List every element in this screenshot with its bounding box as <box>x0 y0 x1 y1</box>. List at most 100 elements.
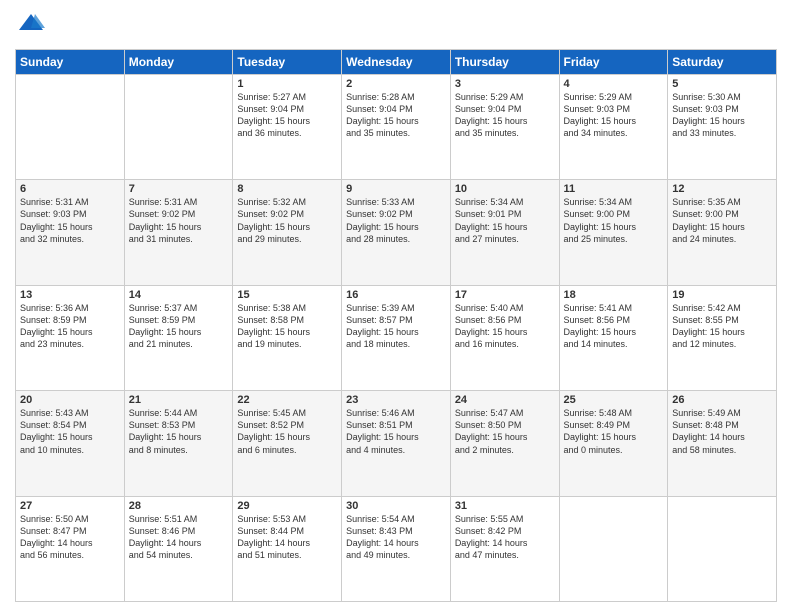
calendar-week-row: 1Sunrise: 5:27 AM Sunset: 9:04 PM Daylig… <box>16 74 777 179</box>
cell-content: Sunrise: 5:34 AM Sunset: 9:01 PM Dayligh… <box>455 196 555 245</box>
day-number: 16 <box>346 289 446 301</box>
day-number: 12 <box>672 183 772 195</box>
logo-icon <box>17 10 45 38</box>
cell-content: Sunrise: 5:34 AM Sunset: 9:00 PM Dayligh… <box>564 196 664 245</box>
cell-content: Sunrise: 5:53 AM Sunset: 8:44 PM Dayligh… <box>237 513 337 562</box>
weekday-header-row: SundayMondayTuesdayWednesdayThursdayFrid… <box>16 49 777 74</box>
calendar-week-row: 13Sunrise: 5:36 AM Sunset: 8:59 PM Dayli… <box>16 285 777 390</box>
calendar-cell: 4Sunrise: 5:29 AM Sunset: 9:03 PM Daylig… <box>559 74 668 179</box>
cell-content: Sunrise: 5:51 AM Sunset: 8:46 PM Dayligh… <box>129 513 229 562</box>
calendar-cell: 13Sunrise: 5:36 AM Sunset: 8:59 PM Dayli… <box>16 285 125 390</box>
calendar-cell: 22Sunrise: 5:45 AM Sunset: 8:52 PM Dayli… <box>233 391 342 496</box>
calendar-week-row: 27Sunrise: 5:50 AM Sunset: 8:47 PM Dayli… <box>16 496 777 601</box>
cell-content: Sunrise: 5:41 AM Sunset: 8:56 PM Dayligh… <box>564 302 664 351</box>
calendar-week-row: 20Sunrise: 5:43 AM Sunset: 8:54 PM Dayli… <box>16 391 777 496</box>
day-number: 18 <box>564 289 664 301</box>
calendar-cell: 3Sunrise: 5:29 AM Sunset: 9:04 PM Daylig… <box>450 74 559 179</box>
calendar-cell <box>124 74 233 179</box>
calendar-cell: 6Sunrise: 5:31 AM Sunset: 9:03 PM Daylig… <box>16 180 125 285</box>
day-number: 20 <box>20 394 120 406</box>
cell-content: Sunrise: 5:40 AM Sunset: 8:56 PM Dayligh… <box>455 302 555 351</box>
cell-content: Sunrise: 5:31 AM Sunset: 9:02 PM Dayligh… <box>129 196 229 245</box>
cell-content: Sunrise: 5:47 AM Sunset: 8:50 PM Dayligh… <box>455 407 555 456</box>
calendar-cell: 29Sunrise: 5:53 AM Sunset: 8:44 PM Dayli… <box>233 496 342 601</box>
day-number: 1 <box>237 78 337 90</box>
cell-content: Sunrise: 5:36 AM Sunset: 8:59 PM Dayligh… <box>20 302 120 351</box>
day-number: 2 <box>346 78 446 90</box>
cell-content: Sunrise: 5:32 AM Sunset: 9:02 PM Dayligh… <box>237 196 337 245</box>
day-number: 4 <box>564 78 664 90</box>
cell-content: Sunrise: 5:49 AM Sunset: 8:48 PM Dayligh… <box>672 407 772 456</box>
cell-content: Sunrise: 5:45 AM Sunset: 8:52 PM Dayligh… <box>237 407 337 456</box>
calendar-cell: 25Sunrise: 5:48 AM Sunset: 8:49 PM Dayli… <box>559 391 668 496</box>
calendar-cell: 5Sunrise: 5:30 AM Sunset: 9:03 PM Daylig… <box>668 74 777 179</box>
calendar-week-row: 6Sunrise: 5:31 AM Sunset: 9:03 PM Daylig… <box>16 180 777 285</box>
calendar-cell: 14Sunrise: 5:37 AM Sunset: 8:59 PM Dayli… <box>124 285 233 390</box>
cell-content: Sunrise: 5:44 AM Sunset: 8:53 PM Dayligh… <box>129 407 229 456</box>
calendar-cell: 11Sunrise: 5:34 AM Sunset: 9:00 PM Dayli… <box>559 180 668 285</box>
weekday-header: Monday <box>124 49 233 74</box>
calendar-cell <box>16 74 125 179</box>
cell-content: Sunrise: 5:39 AM Sunset: 8:57 PM Dayligh… <box>346 302 446 351</box>
day-number: 10 <box>455 183 555 195</box>
page: SundayMondayTuesdayWednesdayThursdayFrid… <box>0 0 792 612</box>
day-number: 11 <box>564 183 664 195</box>
day-number: 8 <box>237 183 337 195</box>
calendar-cell: 10Sunrise: 5:34 AM Sunset: 9:01 PM Dayli… <box>450 180 559 285</box>
weekday-header: Saturday <box>668 49 777 74</box>
calendar-cell: 24Sunrise: 5:47 AM Sunset: 8:50 PM Dayli… <box>450 391 559 496</box>
calendar-cell: 12Sunrise: 5:35 AM Sunset: 9:00 PM Dayli… <box>668 180 777 285</box>
cell-content: Sunrise: 5:31 AM Sunset: 9:03 PM Dayligh… <box>20 196 120 245</box>
cell-content: Sunrise: 5:48 AM Sunset: 8:49 PM Dayligh… <box>564 407 664 456</box>
day-number: 19 <box>672 289 772 301</box>
weekday-header: Wednesday <box>342 49 451 74</box>
day-number: 26 <box>672 394 772 406</box>
day-number: 13 <box>20 289 120 301</box>
calendar-cell: 9Sunrise: 5:33 AM Sunset: 9:02 PM Daylig… <box>342 180 451 285</box>
day-number: 28 <box>129 500 229 512</box>
day-number: 3 <box>455 78 555 90</box>
calendar-cell: 27Sunrise: 5:50 AM Sunset: 8:47 PM Dayli… <box>16 496 125 601</box>
calendar-cell: 1Sunrise: 5:27 AM Sunset: 9:04 PM Daylig… <box>233 74 342 179</box>
calendar-cell: 28Sunrise: 5:51 AM Sunset: 8:46 PM Dayli… <box>124 496 233 601</box>
calendar-cell: 31Sunrise: 5:55 AM Sunset: 8:42 PM Dayli… <box>450 496 559 601</box>
day-number: 9 <box>346 183 446 195</box>
cell-content: Sunrise: 5:50 AM Sunset: 8:47 PM Dayligh… <box>20 513 120 562</box>
day-number: 22 <box>237 394 337 406</box>
day-number: 7 <box>129 183 229 195</box>
day-number: 5 <box>672 78 772 90</box>
cell-content: Sunrise: 5:35 AM Sunset: 9:00 PM Dayligh… <box>672 196 772 245</box>
logo-text <box>15 10 45 43</box>
calendar-cell <box>559 496 668 601</box>
calendar-cell: 17Sunrise: 5:40 AM Sunset: 8:56 PM Dayli… <box>450 285 559 390</box>
day-number: 29 <box>237 500 337 512</box>
calendar-cell: 8Sunrise: 5:32 AM Sunset: 9:02 PM Daylig… <box>233 180 342 285</box>
day-number: 30 <box>346 500 446 512</box>
calendar-cell: 7Sunrise: 5:31 AM Sunset: 9:02 PM Daylig… <box>124 180 233 285</box>
calendar-cell: 21Sunrise: 5:44 AM Sunset: 8:53 PM Dayli… <box>124 391 233 496</box>
cell-content: Sunrise: 5:55 AM Sunset: 8:42 PM Dayligh… <box>455 513 555 562</box>
logo <box>15 10 45 43</box>
day-number: 23 <box>346 394 446 406</box>
cell-content: Sunrise: 5:27 AM Sunset: 9:04 PM Dayligh… <box>237 91 337 140</box>
day-number: 31 <box>455 500 555 512</box>
cell-content: Sunrise: 5:54 AM Sunset: 8:43 PM Dayligh… <box>346 513 446 562</box>
day-number: 14 <box>129 289 229 301</box>
calendar-cell: 30Sunrise: 5:54 AM Sunset: 8:43 PM Dayli… <box>342 496 451 601</box>
cell-content: Sunrise: 5:33 AM Sunset: 9:02 PM Dayligh… <box>346 196 446 245</box>
calendar-cell <box>668 496 777 601</box>
cell-content: Sunrise: 5:29 AM Sunset: 9:03 PM Dayligh… <box>564 91 664 140</box>
weekday-header: Friday <box>559 49 668 74</box>
day-number: 17 <box>455 289 555 301</box>
weekday-header: Tuesday <box>233 49 342 74</box>
day-number: 27 <box>20 500 120 512</box>
calendar-cell: 26Sunrise: 5:49 AM Sunset: 8:48 PM Dayli… <box>668 391 777 496</box>
cell-content: Sunrise: 5:29 AM Sunset: 9:04 PM Dayligh… <box>455 91 555 140</box>
calendar: SundayMondayTuesdayWednesdayThursdayFrid… <box>15 49 777 602</box>
day-number: 25 <box>564 394 664 406</box>
header <box>15 10 777 43</box>
cell-content: Sunrise: 5:30 AM Sunset: 9:03 PM Dayligh… <box>672 91 772 140</box>
cell-content: Sunrise: 5:46 AM Sunset: 8:51 PM Dayligh… <box>346 407 446 456</box>
weekday-header: Sunday <box>16 49 125 74</box>
calendar-cell: 2Sunrise: 5:28 AM Sunset: 9:04 PM Daylig… <box>342 74 451 179</box>
